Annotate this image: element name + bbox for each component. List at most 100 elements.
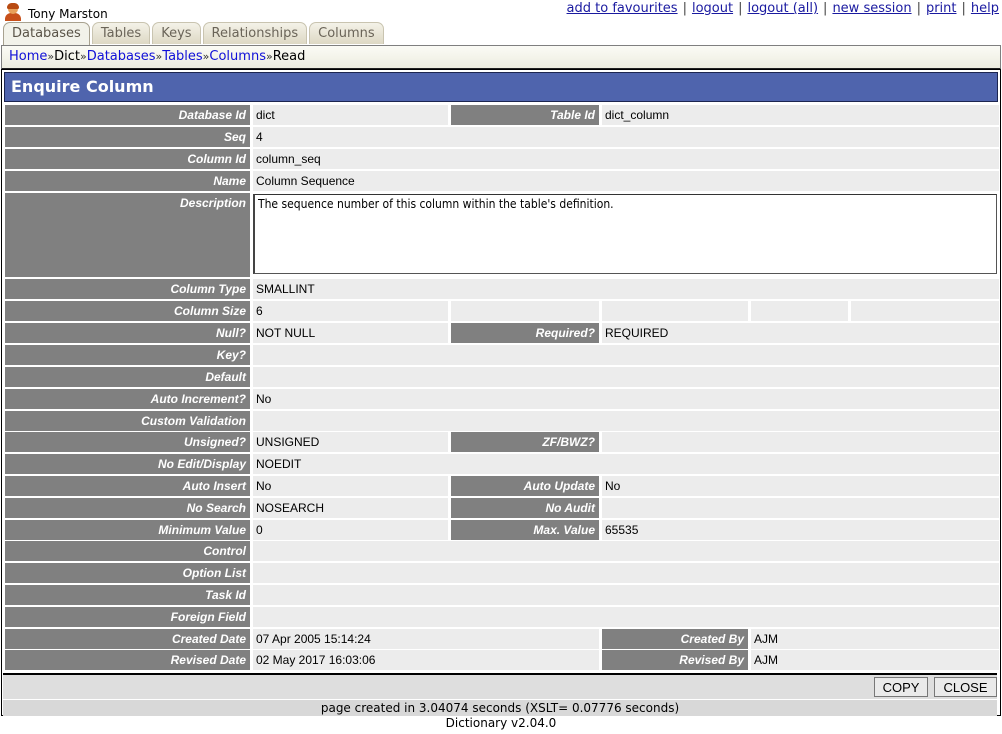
breadcrumb-columns[interactable]: Columns: [209, 49, 266, 64]
value-no-search: NOSEARCH: [253, 498, 448, 518]
value-custom-validation: [253, 411, 999, 431]
label-revised-date: Revised Date: [5, 650, 250, 670]
row-description: Description The sequence number of this …: [5, 193, 999, 277]
row-min-max: Minimum Value 0 Max. Value 65535: [5, 520, 999, 540]
breadcrumb-databases[interactable]: Databases: [87, 49, 156, 64]
label-column-type: Column Type: [5, 279, 250, 299]
label-default: Default: [5, 367, 250, 387]
label-max-value: Max. Value: [451, 520, 599, 540]
row-name: Name Column Sequence: [5, 171, 999, 191]
value-revised-date: 02 May 2017 16:03:06: [253, 650, 599, 670]
label-revised-by: Revised By: [602, 650, 748, 670]
breadcrumb-dict: Dict: [54, 49, 80, 64]
label-created-date: Created Date: [5, 629, 250, 649]
logout-all-link[interactable]: logout (all): [747, 1, 818, 16]
label-column-id: Column Id: [5, 149, 250, 169]
value-default: [253, 367, 999, 387]
label-required: Required?: [451, 323, 599, 343]
value-required: REQUIRED: [602, 323, 999, 343]
row-seq: Seq 4: [5, 127, 999, 147]
copy-button[interactable]: COPY: [874, 677, 928, 697]
row-foreign-field: Foreign Field: [5, 607, 999, 627]
label-task-id: Task Id: [5, 585, 250, 605]
top-links: add to favourites | logout | logout (all) | ne…: [566, 1, 999, 16]
help-link[interactable]: help: [971, 1, 999, 16]
value-no-audit: [602, 498, 999, 518]
value-table-id: dict_column: [602, 105, 999, 125]
new-session-link[interactable]: new session: [832, 1, 911, 16]
label-no-search: No Search: [5, 498, 250, 518]
tab-relationships[interactable]: Relationships: [202, 22, 308, 44]
value-no-edit: NOEDIT: [253, 454, 999, 474]
row-control: Control: [5, 541, 999, 561]
value-max-value: 65535: [602, 520, 999, 540]
value-zf-bwz: [602, 432, 999, 452]
breadcrumb: Home»Dict»Databases»Tables»Columns»Read: [9, 49, 306, 64]
value-unsigned: UNSIGNED: [253, 432, 448, 452]
user-info: Tony Marston: [4, 2, 108, 22]
label-key: Key?: [5, 345, 250, 365]
empty-cell: [851, 301, 999, 321]
label-unsigned: Unsigned?: [5, 432, 250, 452]
empty-cell: [451, 301, 599, 321]
row-null-required: Null? NOT NULL Required? REQUIRED: [5, 323, 999, 343]
label-foreign-field: Foreign Field: [5, 607, 250, 627]
value-column-type: SMALLINT: [253, 279, 999, 299]
label-description: Description: [5, 193, 250, 277]
breadcrumb-tables[interactable]: Tables: [162, 49, 202, 64]
value-created-by: AJM: [751, 629, 999, 649]
label-zf-bwz: ZF/BWZ?: [451, 432, 599, 452]
tab-columns[interactable]: Columns: [309, 22, 384, 44]
value-task-id: [253, 585, 999, 605]
row-auto-increment: Auto Increment? No: [5, 389, 999, 409]
label-min-value: Minimum Value: [5, 520, 250, 540]
row-no-edit: No Edit/Display NOEDIT: [5, 454, 999, 474]
row-column-id: Column Id column_seq: [5, 149, 999, 169]
label-control: Control: [5, 541, 250, 561]
row-no-search-audit: No Search NOSEARCH No Audit: [5, 498, 999, 518]
description-textarea[interactable]: The sequence number of this column withi…: [253, 194, 997, 274]
row-key: Key?: [5, 345, 999, 365]
row-task-id: Task Id: [5, 585, 999, 605]
label-auto-insert: Auto Insert: [5, 476, 250, 496]
tab-bar: Databases Tables Keys Relationships Colu…: [3, 22, 386, 46]
tab-keys[interactable]: Keys: [152, 22, 201, 44]
label-no-audit: No Audit: [451, 498, 599, 518]
label-table-id: Table Id: [451, 105, 599, 125]
user-name: Tony Marston: [28, 7, 108, 21]
close-button[interactable]: CLOSE: [934, 677, 997, 697]
value-key: [253, 345, 999, 365]
label-created-by: Created By: [602, 629, 748, 649]
label-no-edit: No Edit/Display: [5, 454, 250, 474]
value-column-id: column_seq: [253, 149, 999, 169]
label-custom-validation: Custom Validation: [5, 411, 250, 431]
value-option-list: [253, 563, 999, 583]
empty-cell: [751, 301, 848, 321]
label-option-list: Option List: [5, 563, 250, 583]
value-auto-update: No: [602, 476, 999, 496]
row-default: Default: [5, 367, 999, 387]
logout-link[interactable]: logout: [692, 1, 733, 16]
print-link[interactable]: print: [926, 1, 957, 16]
label-seq: Seq: [5, 127, 250, 147]
label-column-size: Column Size: [5, 301, 250, 321]
label-auto-increment: Auto Increment?: [5, 389, 250, 409]
tab-tables[interactable]: Tables: [91, 22, 151, 44]
main-panel: Enquire Column Database Id dict Table Id…: [1, 69, 1001, 716]
breadcrumb-home[interactable]: Home: [9, 49, 47, 64]
row-custom-validation: Custom Validation: [5, 411, 999, 431]
row-auto-insert-update: Auto Insert No Auto Update No: [5, 476, 999, 496]
tab-databases[interactable]: Databases: [3, 22, 90, 46]
row-database-table: Database Id dict Table Id dict_column: [5, 105, 999, 125]
label-name: Name: [5, 171, 250, 191]
value-min-value: 0: [253, 520, 448, 540]
page-title: Enquire Column: [11, 77, 154, 96]
empty-cell: [602, 301, 748, 321]
breadcrumb-read: Read: [272, 49, 306, 64]
version-label: Dictionary v2.04.0: [445, 716, 557, 730]
row-column-type: Column Type SMALLINT: [5, 279, 999, 299]
row-revised: Revised Date 02 May 2017 16:03:06 Revise…: [5, 650, 999, 670]
value-auto-insert: No: [253, 476, 448, 496]
value-control: [253, 541, 999, 561]
add-to-favourites-link[interactable]: add to favourites: [567, 1, 678, 16]
